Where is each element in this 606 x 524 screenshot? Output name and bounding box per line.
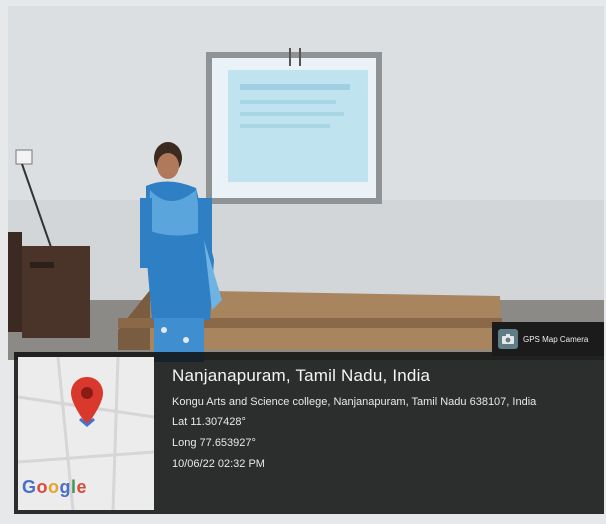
address-text: Kongu Arts and Science college, Nanjanap…: [172, 396, 537, 408]
location-pin-icon: [71, 377, 103, 427]
datetime-text: 10/06/22 02:32 PM: [172, 458, 265, 470]
gps-map-camera-badge: GPS Map Camera: [492, 322, 604, 356]
badge-label: GPS Map Camera: [523, 334, 589, 344]
place-title: Nanjanapuram, Tamil Nadu, India: [172, 366, 431, 385]
map-thumbnail[interactable]: Google: [18, 357, 154, 510]
camera-icon: [498, 329, 518, 349]
location-info: Nanjanapuram, Tamil Nadu, India Kongu Ar…: [172, 366, 592, 475]
photo-frame: GPS Map Camera Google Nanjanapuram, Tami…: [0, 0, 606, 524]
longitude-text: Long 77.653927°: [172, 437, 256, 449]
google-logo: Google: [22, 477, 88, 497]
latitude-text: Lat 11.307428°: [172, 416, 246, 428]
